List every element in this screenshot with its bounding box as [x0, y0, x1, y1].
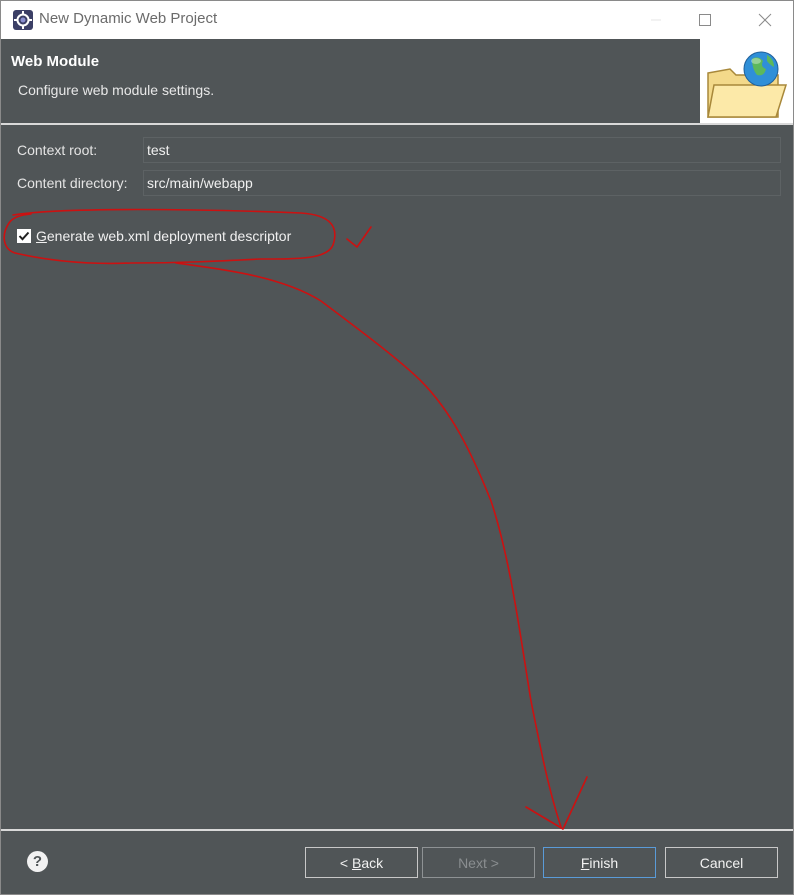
header-separator	[1, 123, 793, 125]
back-button-mnemonic: B	[351, 854, 362, 871]
checkmark-icon	[18, 231, 30, 241]
maximize-icon[interactable]	[682, 1, 728, 39]
window-title: New Dynamic Web Project	[39, 10, 218, 27]
minimize-icon[interactable]	[633, 1, 679, 39]
finish-button-mnemonic: F	[580, 854, 590, 871]
generate-descriptor-checkbox[interactable]	[17, 229, 31, 243]
back-button[interactable]: < Back	[305, 847, 418, 878]
generate-descriptor-label: Generate web.xml deployment descriptor	[36, 228, 291, 244]
arrow-head	[525, 776, 588, 830]
context-root-label: Context root:	[17, 142, 98, 158]
cancel-button[interactable]: Cancel	[665, 847, 778, 878]
red-annotation-overlay	[3, 208, 588, 830]
check-mark	[346, 226, 372, 248]
back-button-text: ack	[361, 854, 384, 871]
content-directory-input[interactable]	[143, 170, 781, 196]
page-description: Configure web module settings.	[18, 82, 215, 98]
dialog-window: New Dynamic Web Project Web Module Confi…	[0, 0, 794, 895]
finish-button[interactable]: Finish	[543, 847, 656, 878]
arrow-line	[175, 262, 562, 828]
generate-descriptor-option[interactable]: Generate web.xml deployment descriptor	[17, 228, 291, 244]
generate-descriptor-mnemonic: G	[36, 228, 47, 244]
page-title: Web Module	[11, 53, 100, 70]
eclipse-app-icon	[13, 10, 33, 30]
close-icon[interactable]	[742, 1, 788, 39]
help-icon[interactable]: ?	[27, 851, 48, 872]
title-bar: New Dynamic Web Project	[1, 1, 793, 39]
finish-button-text: inish	[589, 854, 619, 871]
generate-descriptor-label-text: enerate web.xml deployment descriptor	[46, 228, 292, 244]
context-root-input[interactable]	[143, 137, 781, 163]
content-directory-label: Content directory:	[17, 175, 128, 191]
next-button[interactable]: Next >	[422, 847, 535, 878]
back-button-prefix: <	[339, 854, 352, 871]
footer-separator	[1, 829, 793, 831]
wizard-header: Web Module Configure web module settings…	[1, 39, 793, 123]
folder-globe-icon	[700, 39, 793, 123]
